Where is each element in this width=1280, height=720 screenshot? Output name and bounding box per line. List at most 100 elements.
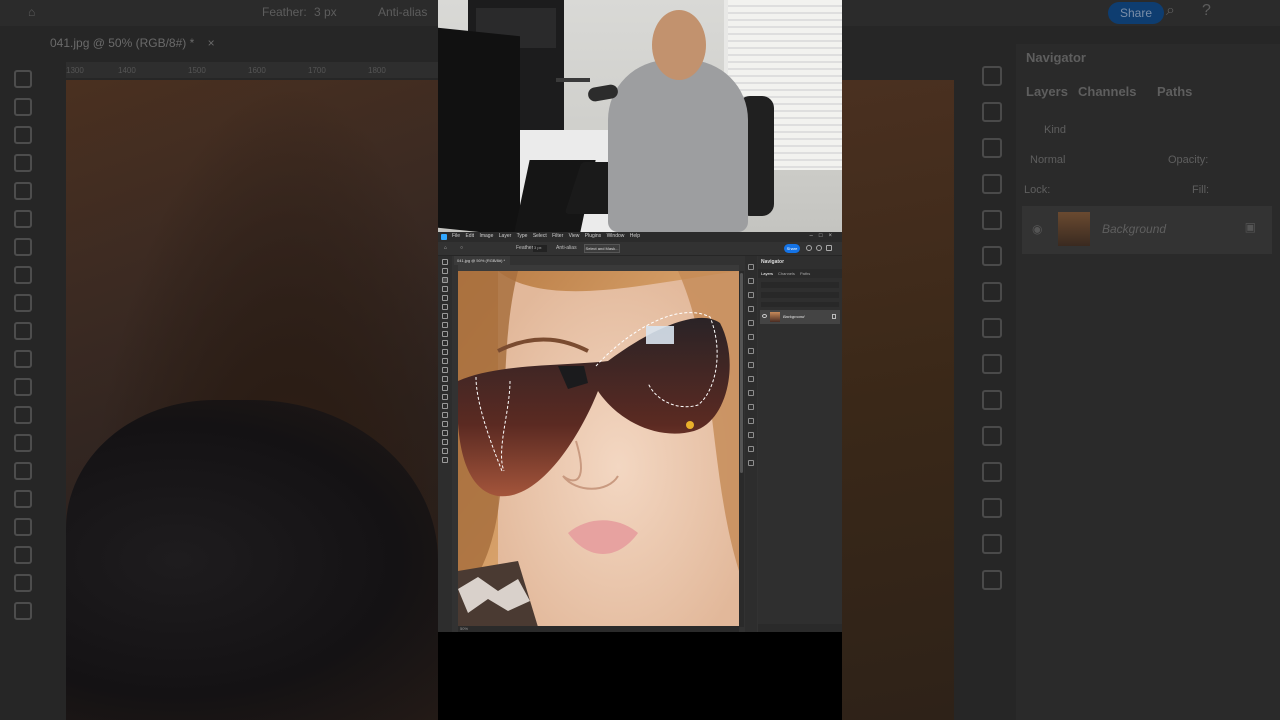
help-icon[interactable]: ? bbox=[1202, 2, 1211, 20]
line-tool-icon[interactable] bbox=[442, 412, 448, 418]
window-controls[interactable]: –□× bbox=[810, 233, 838, 239]
path-select-tool-icon[interactable] bbox=[14, 518, 32, 536]
glyph-icon[interactable] bbox=[748, 390, 754, 396]
menu-help[interactable]: Help bbox=[630, 233, 640, 239]
path-select-tool-icon[interactable] bbox=[442, 403, 448, 409]
healing-tool-icon[interactable] bbox=[14, 266, 32, 284]
anti-alias-checkbox[interactable]: Anti-alias bbox=[556, 245, 577, 251]
menu-view[interactable]: View bbox=[569, 233, 580, 239]
stamp-icon[interactable] bbox=[748, 306, 754, 312]
feather-input[interactable]: 3 px bbox=[314, 5, 337, 19]
pen-tool-icon[interactable] bbox=[14, 462, 32, 480]
gradient-tool-icon[interactable] bbox=[442, 367, 448, 373]
history-brush-icon[interactable] bbox=[14, 350, 32, 368]
stamp-tool-icon[interactable] bbox=[14, 322, 32, 340]
search-icon[interactable] bbox=[806, 245, 812, 251]
zoom-tool-icon[interactable] bbox=[442, 430, 448, 436]
gradient-tool-icon[interactable] bbox=[14, 406, 32, 424]
brush-icon[interactable] bbox=[982, 426, 1002, 446]
share-button[interactable]: Share bbox=[1108, 2, 1164, 24]
stamp-icon[interactable] bbox=[982, 174, 1002, 194]
magic-wand-tool-icon[interactable] bbox=[442, 286, 448, 292]
lasso-icon[interactable]: ○ bbox=[460, 245, 463, 251]
layer-row-background[interactable]: Background bbox=[760, 310, 840, 324]
image-canvas[interactable] bbox=[458, 271, 739, 627]
healing-tool-icon[interactable] bbox=[442, 322, 448, 328]
home-icon[interactable]: ⌂ bbox=[28, 5, 35, 19]
zoom-tool-icon[interactable] bbox=[14, 602, 32, 620]
eyedropper-tool-icon[interactable] bbox=[14, 238, 32, 256]
menu-type[interactable]: Type bbox=[517, 233, 528, 239]
character-icon[interactable] bbox=[748, 432, 754, 438]
blur-tool-icon[interactable] bbox=[442, 376, 448, 382]
play-icon[interactable] bbox=[982, 534, 1002, 554]
color-icon[interactable] bbox=[748, 278, 754, 284]
history-icon[interactable] bbox=[982, 462, 1002, 482]
type-tool-icon[interactable] bbox=[14, 490, 32, 508]
anti-alias-checkbox[interactable]: Anti-alias bbox=[378, 5, 427, 19]
menu-file[interactable]: File bbox=[452, 233, 460, 239]
feather-input[interactable]: 3 px bbox=[533, 245, 547, 252]
tab-paths[interactable]: Paths bbox=[800, 271, 810, 276]
paragraph-icon[interactable] bbox=[748, 460, 754, 466]
crop-tool-icon[interactable] bbox=[442, 295, 448, 301]
marquee-tool-icon[interactable] bbox=[14, 98, 32, 116]
crop-tool-icon[interactable] bbox=[14, 182, 32, 200]
adjust-icon[interactable] bbox=[748, 264, 754, 270]
grid-icon[interactable] bbox=[982, 354, 1002, 374]
play-icon[interactable] bbox=[748, 446, 754, 452]
hand-tool-icon[interactable] bbox=[442, 421, 448, 427]
tools-icon[interactable] bbox=[982, 210, 1002, 230]
swatch-icon[interactable] bbox=[748, 334, 754, 340]
magic-wand-tool-icon[interactable] bbox=[14, 154, 32, 172]
blend-mode-select[interactable] bbox=[761, 292, 839, 298]
frame-tool-icon[interactable] bbox=[14, 210, 32, 228]
move-tool-icon[interactable] bbox=[442, 259, 448, 265]
marquee-tool-icon[interactable] bbox=[442, 268, 448, 274]
help-icon[interactable] bbox=[816, 245, 822, 251]
pen-tool-icon[interactable] bbox=[442, 385, 448, 391]
tab-channels[interactable]: Channels bbox=[778, 271, 795, 276]
menu-window[interactable]: Window bbox=[607, 233, 625, 239]
blur-tool-icon[interactable] bbox=[14, 434, 32, 452]
lasso-tool-icon[interactable] bbox=[442, 277, 448, 283]
fx-icon[interactable] bbox=[982, 138, 1002, 158]
image-icon[interactable] bbox=[982, 282, 1002, 302]
history-icon[interactable] bbox=[748, 418, 754, 424]
menu-plugins[interactable]: Plugins bbox=[585, 233, 601, 239]
move-tool-icon[interactable] bbox=[14, 70, 32, 88]
workspace-icon[interactable] bbox=[826, 245, 832, 251]
type-tool-icon[interactable] bbox=[442, 394, 448, 400]
tab-layers[interactable]: Layers bbox=[1026, 84, 1068, 99]
menu-image[interactable]: Image bbox=[479, 233, 493, 239]
swatch-icon[interactable] bbox=[982, 246, 1002, 266]
brush-icon[interactable] bbox=[748, 404, 754, 410]
quick-mask-icon[interactable] bbox=[442, 448, 448, 454]
eyedropper-tool-icon[interactable] bbox=[442, 313, 448, 319]
share-button[interactable]: Share bbox=[784, 244, 800, 253]
layer-row-background[interactable]: ◉ Background ▣ bbox=[1022, 206, 1272, 254]
rotate-icon[interactable] bbox=[982, 318, 1002, 338]
eraser-tool-icon[interactable] bbox=[14, 378, 32, 396]
visibility-eye-icon[interactable] bbox=[762, 314, 767, 318]
color-swatch-icon[interactable] bbox=[442, 439, 448, 445]
blend-mode-select[interactable]: Normal bbox=[1030, 154, 1065, 166]
brush-tool-icon[interactable] bbox=[14, 294, 32, 312]
menu-select[interactable]: Select bbox=[533, 233, 547, 239]
eraser-tool-icon[interactable] bbox=[442, 358, 448, 364]
kind-filter[interactable]: Kind bbox=[1044, 124, 1066, 136]
hand-tool-icon[interactable] bbox=[14, 574, 32, 592]
canvas-scrollbar[interactable] bbox=[739, 271, 744, 627]
character-icon[interactable] bbox=[982, 498, 1002, 518]
history-brush-icon[interactable] bbox=[442, 349, 448, 355]
navigator-title[interactable]: Navigator bbox=[761, 259, 784, 265]
select-and-mask-button[interactable]: Select and Mask... bbox=[584, 244, 620, 253]
tab-channels[interactable]: Channels bbox=[1078, 84, 1137, 99]
color-icon[interactable] bbox=[982, 102, 1002, 122]
screen-mode-icon[interactable] bbox=[442, 457, 448, 463]
kind-filter[interactable] bbox=[761, 282, 839, 288]
visibility-eye-icon[interactable]: ◉ bbox=[1032, 222, 1042, 236]
menu-layer[interactable]: Layer bbox=[499, 233, 512, 239]
lasso-tool-icon[interactable] bbox=[14, 126, 32, 144]
document-tab[interactable]: 041.jpg @ 50% (RGB/8#) * bbox=[454, 256, 510, 265]
